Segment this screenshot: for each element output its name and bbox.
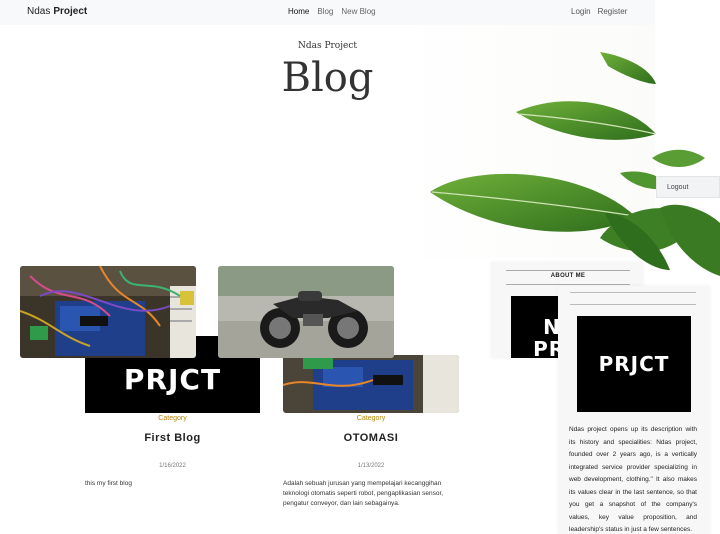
card-2-excerpt: Adalah sebuah jurusan yang mempelajari k… — [283, 480, 444, 507]
card-2-category[interactable]: Category — [283, 415, 459, 422]
main-nav: Home Blog New Blog — [288, 7, 376, 16]
card-2-title[interactable]: OTOMASI — [283, 432, 459, 444]
card-1-image[interactable] — [20, 266, 196, 358]
brand-logo[interactable]: Ndas Project — [27, 6, 87, 17]
nav-blog-link[interactable]: Blog — [317, 7, 333, 16]
brand-prefix: Ndas — [27, 6, 51, 17]
nav-home-link[interactable]: Home — [288, 7, 309, 16]
card-2-lower-image[interactable] — [283, 355, 459, 413]
brand-strong: Project — [53, 6, 88, 17]
nav-new-blog-link[interactable]: New Blog — [341, 7, 375, 16]
description-divider-bottom — [570, 304, 696, 305]
login-link[interactable]: Login — [571, 7, 591, 16]
about-divider-bottom — [506, 284, 630, 285]
about-divider-top — [506, 270, 630, 271]
company-description: Ndas project opens up its description wi… — [569, 426, 697, 533]
register-link[interactable]: Register — [598, 7, 628, 16]
card-1-date: 1/16/2022 — [159, 463, 186, 469]
card-1-category[interactable]: Category — [85, 415, 260, 422]
auth-nav: Login Register — [571, 7, 627, 16]
card-1-excerpt: this my first blog — [85, 480, 132, 487]
side-logo: PRJCT — [577, 316, 691, 412]
hero-leaves-image — [430, 52, 720, 276]
navbar: Ndas Project Home Blog New Blog Login Reg… — [0, 0, 655, 25]
logout-menu-item[interactable]: Logout — [656, 176, 720, 198]
card-2-date: 1/13/2022 — [357, 463, 385, 469]
card-2-image[interactable] — [218, 266, 394, 358]
about-me-title: ABOUT ME — [550, 273, 586, 279]
description-divider-top — [570, 292, 696, 293]
card-1-title[interactable]: First Blog — [85, 432, 260, 444]
